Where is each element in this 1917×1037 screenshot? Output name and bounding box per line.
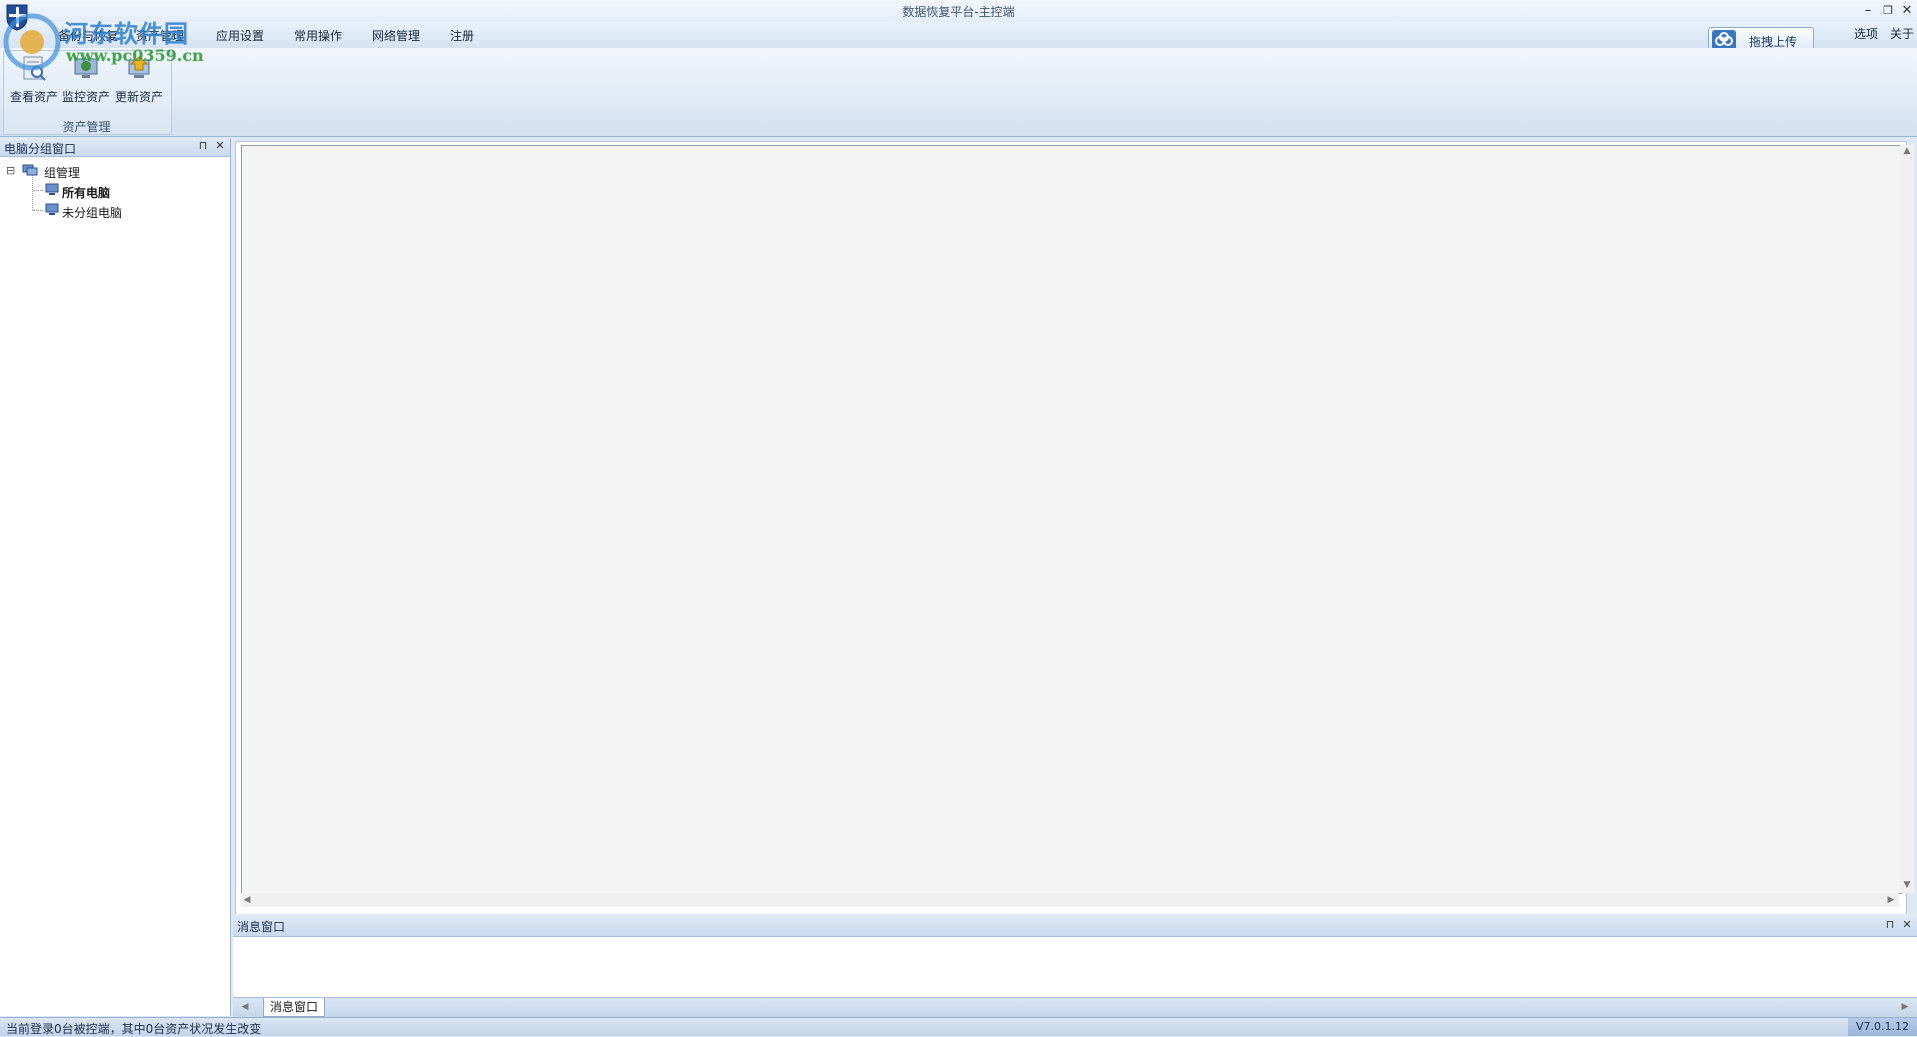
tab-message-window[interactable]: 消息窗口 — [263, 998, 325, 1017]
view-assets-label: 查看资产 — [9, 90, 58, 104]
vertical-scrollbar[interactable]: ▲ ▼ — [1900, 145, 1914, 893]
menu-common-operations[interactable]: 常用操作 — [294, 27, 342, 45]
pin-icon[interactable]: ⊓ — [196, 139, 210, 153]
title-bar: 数据恢复平台-主控端 – ❐ ✕ — [0, 0, 1917, 22]
tree-root-group-management[interactable]: ⊟ 组管理 — [6, 162, 206, 180]
monitor-assets-button[interactable]: 监控资产 — [60, 52, 112, 104]
menu-about[interactable]: 关于 — [1890, 25, 1914, 43]
window-title: 数据恢复平台-主控端 — [902, 5, 1015, 19]
status-bar: 当前登录0台被控端，其中0台资产状况发生改变 V7.0.1.12 — [0, 1017, 1917, 1036]
message-content — [233, 937, 1917, 997]
close-panel-icon[interactable]: ✕ — [1900, 918, 1914, 932]
computer-icon — [44, 183, 60, 197]
computer-group-panel: 电脑分组窗口 ⊓ ✕ ⊟ 组管理 所有电脑 未分组电脑 — [0, 138, 231, 1016]
tree-item-all-computers[interactable]: 所有电脑 — [44, 182, 224, 200]
scroll-left-icon[interactable]: ◀ — [241, 894, 253, 906]
tab-scroll-left-icon[interactable]: ◀ — [239, 1001, 251, 1013]
message-panel-title: 消息窗口 — [237, 920, 286, 934]
scroll-right-icon[interactable]: ▶ — [1885, 894, 1897, 906]
message-panel-header: 消息窗口 ⊓ ✕ — [233, 914, 1917, 937]
close-button[interactable]: ✕ — [1897, 2, 1917, 20]
scroll-down-icon[interactable]: ▼ — [1901, 879, 1913, 891]
tree-item-ungrouped-computers[interactable]: 未分组电脑 — [44, 202, 224, 220]
update-assets-button[interactable]: 更新资产 — [113, 52, 165, 104]
cloud-icon — [1712, 30, 1736, 50]
monitor-assets-label: 监控资产 — [61, 90, 110, 104]
view-assets-icon — [20, 54, 48, 82]
tree-line — [33, 210, 43, 212]
computer-icon — [44, 203, 60, 217]
tree-item-label: 所有电脑 — [62, 186, 111, 200]
menu-network-management[interactable]: 网络管理 — [372, 27, 420, 45]
computer-group-icon — [22, 163, 38, 177]
monitor-assets-icon — [72, 54, 100, 82]
close-panel-icon[interactable]: ✕ — [213, 139, 227, 153]
tab-scroll-right-icon[interactable]: ▶ — [1899, 1001, 1911, 1013]
status-message: 当前登录0台被控端，其中0台资产状况发生改变 — [6, 1022, 262, 1036]
view-assets-button[interactable]: 查看资产 — [8, 52, 60, 104]
menu-backup-restore[interactable]: 备份与恢复 — [58, 27, 118, 45]
restore-button[interactable]: ❐ — [1878, 2, 1898, 20]
version-label: V7.0.1.12 — [1848, 1018, 1917, 1036]
tree-line — [33, 190, 43, 192]
update-assets-label: 更新资产 — [114, 90, 163, 104]
pin-icon[interactable]: ⊓ — [1883, 918, 1897, 932]
minimize-button[interactable]: – — [1858, 2, 1878, 20]
ribbon — [0, 48, 1917, 137]
tree-item-label: 未分组电脑 — [62, 206, 123, 220]
menu-bar: 备份与恢复 资产管理 应用设置 常用操作 网络管理 注册 选项 关于 — [0, 22, 1917, 48]
horizontal-scrollbar[interactable]: ◀ ▶ — [241, 893, 1899, 907]
collapse-icon[interactable]: ⊟ — [6, 164, 15, 177]
update-assets-icon — [125, 54, 153, 82]
computer-group-panel-header: 电脑分组窗口 ⊓ ✕ — [0, 138, 230, 157]
menu-app-settings[interactable]: 应用设置 — [216, 27, 264, 45]
app-logo-icon[interactable] — [4, 3, 30, 31]
ribbon-group-label: 资产管理 — [62, 120, 111, 134]
menu-asset-management[interactable]: 资产管理 — [136, 27, 184, 45]
message-tab-strip: ◀ 消息窗口 ▶ — [233, 997, 1917, 1018]
message-panel: 消息窗口 ⊓ ✕ ◀ 消息窗口 ▶ — [233, 914, 1917, 1018]
main-canvas[interactable] — [241, 145, 1902, 894]
menu-options[interactable]: 选项 — [1854, 25, 1878, 43]
menu-register[interactable]: 注册 — [450, 27, 474, 45]
scroll-up-icon[interactable]: ▲ — [1901, 145, 1913, 157]
tree-root-label: 组管理 — [44, 166, 81, 180]
computer-group-panel-title: 电脑分组窗口 — [4, 142, 77, 156]
